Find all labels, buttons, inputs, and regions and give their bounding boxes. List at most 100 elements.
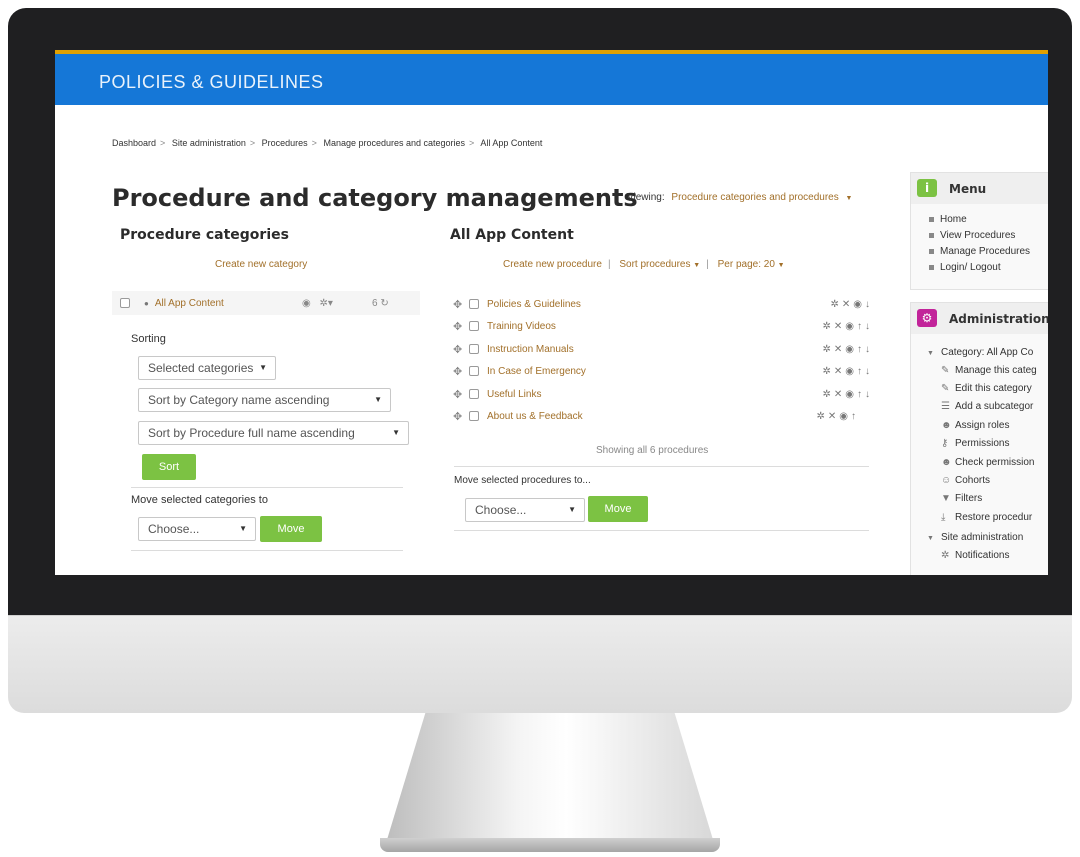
arrow-up-icon[interactable]: ↑ xyxy=(857,344,865,355)
gear-icon: ✲ xyxy=(941,550,950,561)
procedure-row[interactable]: ✥ Policies & Guidelines ✲✕◉↓ xyxy=(453,294,873,314)
arrow-down-icon[interactable]: ↓ xyxy=(865,344,873,355)
procedure-row[interactable]: ✥ Training Videos ✲✕◉↑↓ xyxy=(453,316,873,336)
move-handle-icon[interactable]: ✥ xyxy=(453,320,467,333)
chevron-down-icon[interactable]: ▼ xyxy=(778,262,785,269)
admin-item-filters[interactable]: ▼ Filters xyxy=(941,493,982,504)
sort-category-select[interactable]: Sort by Category name ascending ▼ xyxy=(138,388,391,412)
viewing-value[interactable]: Procedure categories and procedures xyxy=(671,192,838,203)
category-name[interactable]: All App Content xyxy=(155,298,224,309)
procedure-checkbox[interactable] xyxy=(469,411,479,421)
procedure-row[interactable]: ✥ Instruction Manuals ✲✕◉↑↓ xyxy=(453,339,873,359)
procedure-name[interactable]: Training Videos xyxy=(487,321,556,332)
category-row[interactable]: ● All App Content ◉ ✲▾ 6 ↻ xyxy=(112,291,420,315)
procedure-name[interactable]: Useful Links xyxy=(487,389,541,400)
eye-icon[interactable]: ◉ xyxy=(845,389,857,400)
procedure-name[interactable]: In Case of Emergency xyxy=(487,366,586,377)
eye-icon[interactable]: ◉ xyxy=(853,299,865,310)
procedure-checkbox[interactable] xyxy=(469,299,479,309)
breadcrumb-separator-icon: > xyxy=(311,138,317,148)
category-checkbox[interactable] xyxy=(120,298,130,308)
create-category-link[interactable]: Create new category xyxy=(215,259,307,270)
gear-icon[interactable]: ✲ xyxy=(822,321,833,332)
gear-icon[interactable]: ✲ xyxy=(830,299,841,310)
procedure-checkbox[interactable] xyxy=(469,366,479,376)
admin-site-administration[interactable]: ▼ Site administration xyxy=(927,532,1023,543)
admin-item-permissions[interactable]: ⚷ Permissions xyxy=(941,438,1009,449)
menu-item-view-procedures[interactable]: View Procedures xyxy=(929,230,1015,241)
menu-item-home[interactable]: Home xyxy=(929,214,967,225)
move-handle-icon[interactable]: ✥ xyxy=(453,388,467,401)
expand-down-icon: ▼ xyxy=(927,535,934,542)
move-procedures-select[interactable]: Choose... ▼ xyxy=(465,498,585,522)
admin-item-restore[interactable]: ⤓ Restore procedur xyxy=(941,512,1032,523)
gear-icon[interactable]: ✲ xyxy=(822,366,833,377)
delete-icon[interactable]: ✕ xyxy=(834,389,845,400)
delete-icon[interactable]: ✕ xyxy=(842,299,853,310)
eye-icon[interactable]: ◉ xyxy=(839,411,851,422)
admin-item-manage-category[interactable]: ✎ Manage this categ xyxy=(941,365,1037,376)
admin-item-cohorts[interactable]: ☺ Cohorts xyxy=(941,475,990,486)
breadcrumb-item[interactable]: Site administration xyxy=(172,138,246,148)
gear-icon[interactable]: ✲ xyxy=(816,411,827,422)
delete-icon[interactable]: ✕ xyxy=(834,366,845,377)
breadcrumb-item[interactable]: All App Content xyxy=(480,138,542,148)
breadcrumb-item[interactable]: Procedures xyxy=(262,138,308,148)
admin-item-notifications[interactable]: ✲ Notifications xyxy=(941,550,1009,561)
arrow-up-icon[interactable]: ↑ xyxy=(857,389,865,400)
arrow-up-icon[interactable]: ↑ xyxy=(851,411,859,422)
chevron-down-icon[interactable]: ▼ xyxy=(846,195,853,202)
arrow-up-icon[interactable]: ↑ xyxy=(857,366,865,377)
delete-icon[interactable]: ✕ xyxy=(834,344,845,355)
eye-icon[interactable]: ◉ xyxy=(302,298,311,309)
admin-item-check-permissions[interactable]: ☻ Check permission xyxy=(941,457,1034,468)
arrow-down-icon[interactable]: ↓ xyxy=(865,389,873,400)
eye-icon[interactable]: ◉ xyxy=(845,321,857,332)
eye-icon[interactable]: ◉ xyxy=(845,366,857,377)
arrow-down-icon[interactable]: ↓ xyxy=(865,299,873,310)
delete-icon[interactable]: ✕ xyxy=(834,321,845,332)
move-handle-icon[interactable]: ✥ xyxy=(453,365,467,378)
procedure-row[interactable]: ✥ In Case of Emergency ✲✕◉↑↓ xyxy=(453,361,873,381)
arrow-down-icon[interactable]: ↓ xyxy=(865,321,873,332)
breadcrumb-item[interactable]: Dashboard xyxy=(112,138,156,148)
move-handle-icon[interactable]: ✥ xyxy=(453,298,467,311)
admin-category-node[interactable]: ▼ Category: All App Co xyxy=(927,347,1033,358)
procedure-row[interactable]: ✥ About us & Feedback ✲✕◉↑ xyxy=(453,406,873,426)
procedure-row[interactable]: ✥ Useful Links ✲✕◉↑↓ xyxy=(453,384,873,404)
admin-item-assign-roles[interactable]: ☻ Assign roles xyxy=(941,420,1009,431)
procedure-checkbox[interactable] xyxy=(469,344,479,354)
viewing-selector[interactable]: Viewing: Procedure categories and proced… xyxy=(627,192,852,203)
breadcrumb-item[interactable]: Manage procedures and categories xyxy=(323,138,465,148)
create-procedure-link[interactable]: Create new procedure xyxy=(503,259,602,270)
menu-item-login-logout[interactable]: Login/ Logout xyxy=(929,262,1001,273)
arrow-up-icon[interactable]: ↑ xyxy=(857,321,865,332)
delete-icon[interactable]: ✕ xyxy=(828,411,839,422)
chevron-down-icon[interactable]: ▼ xyxy=(693,262,700,269)
gear-icon[interactable]: ✲ xyxy=(822,389,833,400)
sort-scope-select[interactable]: Selected categories ▼ xyxy=(138,356,276,380)
site-title[interactable]: POLICIES & GUIDELINES xyxy=(99,72,324,93)
gear-icon[interactable]: ✲ xyxy=(822,344,833,355)
move-categories-select[interactable]: Choose... ▼ xyxy=(138,517,256,541)
sort-procedures-link[interactable]: Sort procedures xyxy=(619,259,690,270)
menu-item-manage-procedures[interactable]: Manage Procedures xyxy=(929,246,1030,257)
arrow-down-icon[interactable]: ↓ xyxy=(865,366,873,377)
category-count-value: 6 xyxy=(372,297,378,309)
move-handle-icon[interactable]: ✥ xyxy=(453,410,467,423)
admin-item-edit-category[interactable]: ✎ Edit this category xyxy=(941,383,1032,394)
move-categories-button[interactable]: Move xyxy=(260,516,322,542)
move-handle-icon[interactable]: ✥ xyxy=(453,343,467,356)
procedure-name[interactable]: About us & Feedback xyxy=(487,411,583,422)
admin-item-add-subcategory[interactable]: ☰ Add a subcategor xyxy=(941,401,1033,412)
eye-icon[interactable]: ◉ xyxy=(845,344,857,355)
procedure-checkbox[interactable] xyxy=(469,389,479,399)
move-procedures-button[interactable]: Move xyxy=(588,496,648,522)
sort-procedure-select[interactable]: Sort by Procedure full name ascending ▼ xyxy=(138,421,409,445)
procedure-name[interactable]: Policies & Guidelines xyxy=(487,299,581,310)
procedure-name[interactable]: Instruction Manuals xyxy=(487,344,574,355)
per-page-link[interactable]: Per page: 20 xyxy=(718,259,775,270)
gear-icon[interactable]: ✲▾ xyxy=(320,298,333,309)
sort-button[interactable]: Sort xyxy=(142,454,196,480)
procedure-checkbox[interactable] xyxy=(469,321,479,331)
